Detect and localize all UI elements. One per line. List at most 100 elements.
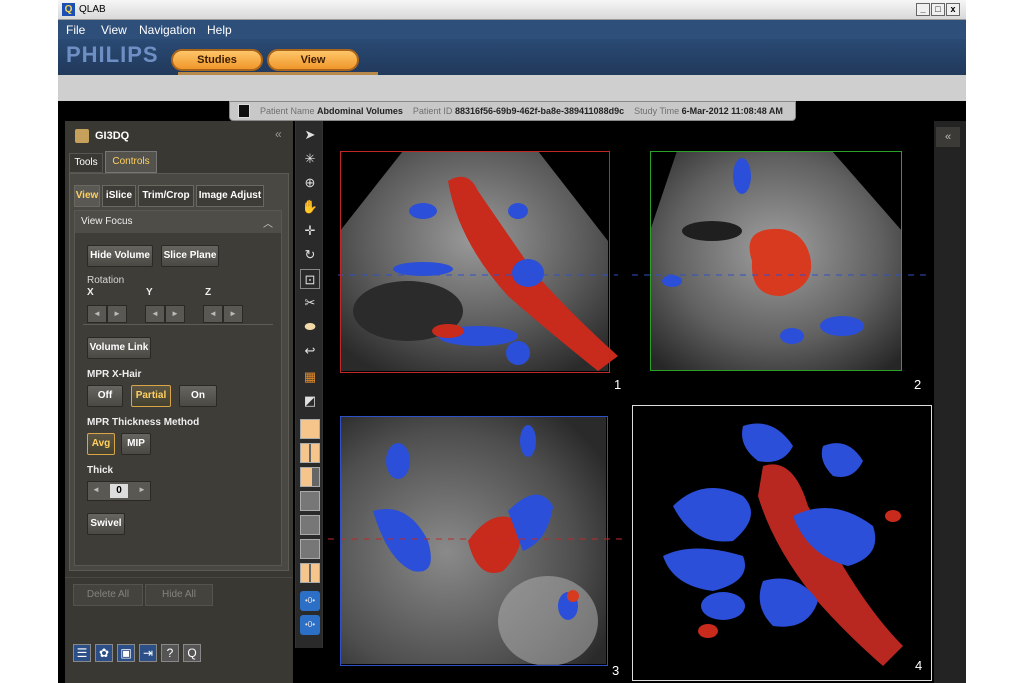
study-time-value: 6-Mar-2012 11:08:48 AM bbox=[681, 106, 783, 116]
subtab-trim-crop[interactable]: Trim/Crop bbox=[138, 185, 194, 207]
layout-1-icon[interactable] bbox=[300, 419, 320, 439]
move-icon[interactable]: ✛ bbox=[300, 221, 320, 241]
viewport-area: 1 2 3 4 bbox=[328, 121, 932, 683]
link-b-icon[interactable]: •0• bbox=[300, 615, 320, 635]
axis-y-label: Y bbox=[146, 287, 153, 298]
save-icon[interactable]: ▣ bbox=[117, 644, 135, 662]
pointer-icon[interactable]: ➤ bbox=[300, 125, 320, 145]
volume-link-button[interactable]: Volume Link bbox=[87, 337, 151, 359]
pane-number-3: 3 bbox=[612, 663, 620, 678]
control-panel: GI3DQ « Tools Controls View iSlice Trim/… bbox=[65, 121, 293, 683]
mpr-thickness-label: MPR Thickness Method bbox=[87, 417, 200, 428]
layout-grid-a-icon[interactable] bbox=[300, 491, 320, 511]
tab-studies[interactable]: Studies bbox=[171, 49, 263, 71]
menu-file[interactable]: File bbox=[66, 23, 85, 37]
brand-bar: PHILIPS Studies View bbox=[58, 39, 966, 75]
pane-number-4: 4 bbox=[915, 658, 923, 673]
pan-icon[interactable]: ✋ bbox=[300, 197, 320, 217]
link-a-icon[interactable]: •0• bbox=[300, 591, 320, 611]
controls-area: View iSlice Trim/Crop Image Adjust View … bbox=[69, 173, 289, 571]
slice-frame-red bbox=[340, 151, 610, 373]
thick-label: Thick bbox=[87, 465, 114, 476]
window-title: QLAB bbox=[79, 4, 106, 15]
menu-help[interactable]: Help bbox=[207, 23, 232, 37]
menu-bar: File View Navigation Help bbox=[58, 20, 966, 39]
undo-icon[interactable]: ↩ bbox=[300, 341, 320, 361]
layout-grid-b-icon[interactable] bbox=[300, 515, 320, 535]
thickness-avg-button[interactable]: Avg bbox=[87, 433, 115, 455]
expand-right-panel-button[interactable]: « bbox=[936, 127, 960, 147]
view-focus-title: View Focus bbox=[81, 216, 133, 227]
list-icon[interactable]: ☰ bbox=[73, 644, 91, 662]
thickness-mip-button[interactable]: MIP bbox=[121, 433, 151, 455]
thick-stepper[interactable]: ◄ 0 ► bbox=[87, 481, 151, 501]
rotate-y-left-button[interactable]: ◄ bbox=[145, 305, 165, 323]
menu-view[interactable]: View bbox=[101, 23, 127, 37]
export-icon[interactable]: ⇥ bbox=[139, 644, 157, 662]
rotate-y-right-button[interactable]: ► bbox=[165, 305, 185, 323]
toolbar-strip bbox=[58, 75, 966, 101]
study-time-label: Study Time bbox=[634, 106, 680, 116]
patient-id-label: Patient ID bbox=[412, 106, 453, 116]
menu-navigation[interactable]: Navigation bbox=[139, 23, 196, 37]
hide-all-button[interactable]: Hide All bbox=[145, 584, 213, 606]
patient-icon bbox=[238, 104, 250, 118]
color-map-icon[interactable]: ▦ bbox=[300, 367, 320, 387]
rotate-icon[interactable]: ↻ bbox=[300, 245, 320, 265]
help-icon[interactable]: ? bbox=[161, 644, 179, 662]
tab-tools[interactable]: Tools bbox=[69, 153, 103, 173]
thick-value[interactable]: 0 bbox=[110, 484, 128, 498]
grayscale-icon[interactable]: ◩ bbox=[300, 391, 320, 411]
subtab-image-adjust[interactable]: Image Adjust bbox=[196, 185, 264, 207]
chevron-up-icon[interactable]: ︿ bbox=[263, 215, 273, 230]
pane-number-1: 1 bbox=[614, 377, 622, 392]
eraser-icon[interactable]: ⬬ bbox=[300, 317, 320, 337]
pane-number-2: 2 bbox=[914, 377, 922, 392]
viewport-4[interactable]: 4 bbox=[632, 405, 932, 681]
thick-decrease-button[interactable]: ◄ bbox=[92, 485, 100, 494]
right-collapsed-panel: « bbox=[934, 121, 966, 683]
gi3dq-icon bbox=[75, 129, 89, 143]
layout-2x2-icon[interactable] bbox=[300, 443, 320, 463]
thick-increase-button[interactable]: ► bbox=[138, 485, 146, 494]
collapse-panel-button[interactable]: « bbox=[275, 127, 282, 141]
xhair-on-button[interactable]: On bbox=[179, 385, 217, 407]
panel-title: GI3DQ bbox=[95, 130, 130, 142]
rotate-x-left-button[interactable]: ◄ bbox=[87, 305, 107, 323]
axis-z-label: Z bbox=[205, 287, 212, 298]
subtab-view[interactable]: View bbox=[74, 185, 100, 207]
delete-all-button[interactable]: Delete All bbox=[73, 584, 143, 606]
qlab-icon[interactable]: Q bbox=[183, 644, 201, 662]
view-focus-header[interactable]: View Focus ︿ bbox=[75, 211, 281, 233]
slice-frame-green bbox=[650, 151, 902, 371]
layout-grid-d-icon[interactable] bbox=[300, 563, 320, 583]
qlab-app-icon: Q bbox=[62, 3, 75, 16]
crop-select-icon[interactable]: ⊡ bbox=[300, 269, 320, 289]
layout-1-2-icon[interactable] bbox=[300, 467, 320, 487]
scissors-icon[interactable]: ✂ bbox=[300, 293, 320, 313]
rotate-x-right-button[interactable]: ► bbox=[107, 305, 127, 323]
close-button[interactable]: x bbox=[946, 3, 960, 16]
settings-icon[interactable]: ✿ bbox=[95, 644, 113, 662]
tab-controls[interactable]: Controls bbox=[105, 151, 157, 173]
tab-view[interactable]: View bbox=[267, 49, 359, 71]
minimize-button[interactable]: _ bbox=[916, 3, 930, 16]
tool-strip: ➤ ✳ ⊕ ✋ ✛ ↻ ⊡ ✂ ⬬ ↩ ▦ ◩ •0• •0• bbox=[295, 121, 323, 648]
maximize-button[interactable]: □ bbox=[931, 3, 945, 16]
xhair-off-button[interactable]: Off bbox=[87, 385, 123, 407]
slice-plane-button[interactable]: Slice Plane bbox=[161, 245, 219, 267]
zoom-icon[interactable]: ⊕ bbox=[300, 173, 320, 193]
brightness-icon[interactable]: ✳ bbox=[300, 149, 320, 169]
swivel-button[interactable]: Swivel bbox=[87, 513, 125, 535]
subtab-islice[interactable]: iSlice bbox=[102, 185, 136, 207]
patient-name-label: Patient Name bbox=[260, 106, 315, 116]
qlab-window: Q QLAB _ □ x File View Navigation Help P… bbox=[58, 0, 966, 683]
xhair-partial-button[interactable]: Partial bbox=[131, 385, 171, 407]
viewport-1[interactable]: 1 bbox=[328, 121, 628, 392]
rotate-z-left-button[interactable]: ◄ bbox=[203, 305, 223, 323]
rotate-z-right-button[interactable]: ► bbox=[223, 305, 243, 323]
viewport-3[interactable]: 3 bbox=[328, 411, 628, 681]
viewport-2[interactable]: 2 bbox=[632, 121, 932, 392]
layout-grid-c-icon[interactable] bbox=[300, 539, 320, 559]
hide-volume-button[interactable]: Hide Volume bbox=[87, 245, 153, 267]
